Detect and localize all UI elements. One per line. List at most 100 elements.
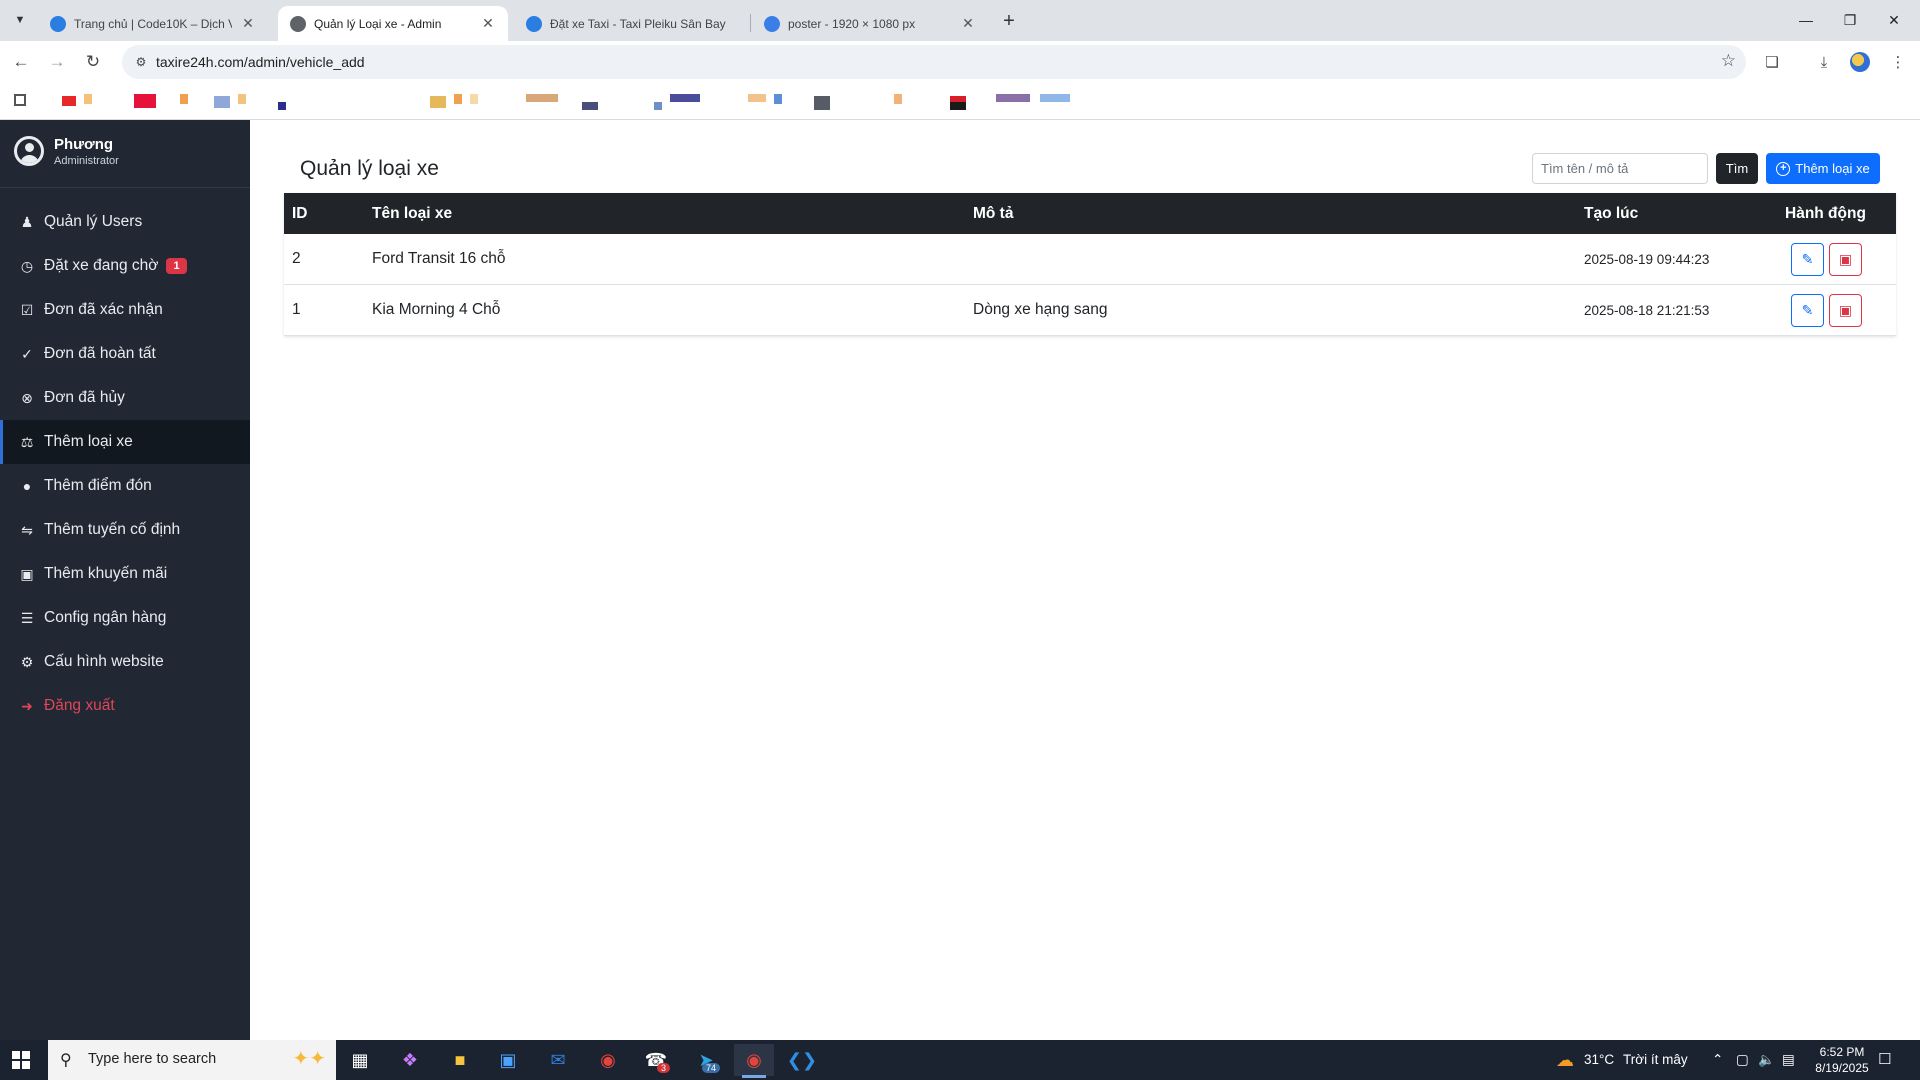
bookmark-favicon-icon[interactable] <box>582 102 598 110</box>
logout-icon: ➜ <box>21 697 33 714</box>
close-icon[interactable]: ✕ <box>480 15 496 32</box>
browser-tab-taxi-pleiku[interactable]: Đặt xe Taxi - Taxi Pleiku Sân Bay <box>514 6 750 41</box>
file-explorer-icon[interactable]: ■ <box>440 1044 480 1076</box>
telegram-icon[interactable]: ➤ 74 <box>686 1044 726 1076</box>
more-menu-icon[interactable]: ⋮ <box>1886 50 1910 74</box>
bookmark-favicon-icon[interactable] <box>214 96 230 108</box>
sidebar-item-pending-bookings[interactable]: ◷ Đặt xe đang chờ 1 <box>0 244 250 288</box>
minimize-icon[interactable]: — <box>1786 6 1826 34</box>
bookmark-favicon-icon[interactable] <box>670 94 700 102</box>
messenger-icon[interactable]: ☎ 3 <box>636 1044 676 1076</box>
outlook-icon[interactable]: ✉ <box>538 1044 578 1076</box>
copilot-app-icon[interactable]: ❖ <box>390 1044 430 1076</box>
restore-icon[interactable]: ❐ <box>1830 6 1870 34</box>
tab-search-chevron-icon[interactable]: ▼ <box>8 8 32 32</box>
gift-icon: ▣ <box>20 565 34 582</box>
bookmark-favicon-icon[interactable] <box>180 94 188 104</box>
sidebar-item-website-settings[interactable]: ⚙ Cấu hình website <box>0 640 250 684</box>
sidebar-item-users[interactable]: ♟ Quản lý Users <box>0 200 250 244</box>
delete-button[interactable]: ▣ <box>1829 243 1862 276</box>
sidebar-item-bank-config[interactable]: ☰ Config ngân hàng <box>0 596 250 640</box>
notification-center-icon[interactable]: ☐ <box>1878 1050 1891 1068</box>
weather-icon[interactable]: ☁ <box>1545 1044 1585 1076</box>
column-header-description: Mô tả <box>973 205 1014 222</box>
edit-button[interactable]: ✎ <box>1791 243 1824 276</box>
store-icon[interactable]: ▣ <box>488 1044 528 1076</box>
sidebar-item-cancelled[interactable]: ⊗ Đơn đã hủy <box>0 376 250 420</box>
sidebar-item-promotions[interactable]: ▣ Thêm khuyến mãi <box>0 552 250 596</box>
profile-avatar-icon[interactable] <box>1850 52 1870 72</box>
bookmark-favicon-icon[interactable] <box>1040 94 1070 102</box>
column-header-actions: Hành động <box>1785 205 1866 222</box>
site-settings-icon[interactable]: ⚙ <box>132 53 150 71</box>
bookmark-favicon-icon[interactable] <box>84 94 92 104</box>
bookmark-favicon-icon[interactable] <box>654 102 662 110</box>
tray-chevron-icon[interactable]: ⌃ <box>1712 1052 1723 1068</box>
bookmark-favicon-icon[interactable] <box>238 94 246 104</box>
add-vehicle-type-button[interactable]: + Thêm loại xe <box>1766 153 1880 184</box>
apps-grid-icon[interactable] <box>14 94 26 106</box>
browser-tab-vehicle-admin[interactable]: Quản lý Loại xe - Admin ✕ <box>278 6 508 41</box>
windows-taskbar: ⚲ Type here to search ✦✦ ▦ ❖ ■ ▣ ✉ ◉ ☎ 3 … <box>0 1040 1920 1080</box>
weather-temp: 31°C <box>1584 1052 1615 1067</box>
url-text[interactable]: taxire24h.com/admin/vehicle_add <box>156 54 365 70</box>
vscode-icon[interactable]: ❮❯ <box>782 1044 822 1076</box>
extensions-puzzle-icon[interactable]: ❏ <box>1760 50 1784 74</box>
back-arrow-icon[interactable]: ← <box>8 49 34 75</box>
bookmark-favicon-icon[interactable] <box>278 102 286 110</box>
tab-label: Quản lý Loại xe - Admin <box>314 16 442 31</box>
sidebar-item-logout[interactable]: ➜ Đăng xuất <box>0 684 250 728</box>
forward-arrow-icon[interactable]: → <box>44 49 70 75</box>
bookmark-favicon-icon[interactable] <box>894 94 902 104</box>
chrome-active-icon[interactable]: ◉ <box>734 1044 774 1078</box>
close-icon[interactable]: ✕ <box>960 15 976 32</box>
bookmark-favicon-icon[interactable] <box>430 96 446 108</box>
search-button[interactable]: Tìm <box>1716 153 1758 184</box>
delete-button[interactable]: ▣ <box>1829 294 1862 327</box>
bookmark-favicon-icon[interactable] <box>950 96 966 110</box>
sidebar-item-confirmed[interactable]: ☑ Đơn đã xác nhận <box>0 288 250 332</box>
sidebar-item-vehicle-types[interactable]: ⚖ Thêm loại xe <box>0 420 250 464</box>
reload-icon[interactable]: ↻ <box>80 49 106 75</box>
sidebar-item-pickup-points[interactable]: ● Thêm điểm đón <box>0 464 250 508</box>
sidebar-item-label: Thêm điểm đón <box>44 477 152 494</box>
edge-favicon-icon <box>50 15 66 32</box>
bookmark-favicon-icon[interactable] <box>62 96 76 106</box>
bookmark-favicon-icon[interactable] <box>526 94 558 102</box>
network-icon[interactable]: ▤ <box>1782 1052 1795 1068</box>
chrome-icon[interactable]: ◉ <box>588 1044 628 1076</box>
canva-favicon-icon <box>764 15 780 32</box>
bookmark-favicon-icon[interactable] <box>748 94 766 102</box>
sidebar-item-label: Config ngân hàng <box>44 609 167 626</box>
taskbar-search-text: Type here to search <box>88 1051 217 1067</box>
task-view-icon[interactable]: ▦ <box>340 1044 380 1076</box>
close-icon[interactable]: ✕ <box>240 15 256 32</box>
system-clock[interactable]: 6:52 PM 8/19/2025 <box>1812 1044 1872 1076</box>
bookmark-star-icon[interactable]: ☆ <box>1721 51 1736 71</box>
address-bar[interactable]: ⚙ taxire24h.com/admin/vehicle_add ☆ <box>122 45 1746 79</box>
meet-now-icon[interactable]: ▢ <box>1736 1052 1749 1068</box>
bookmark-favicon-icon[interactable] <box>470 94 478 104</box>
new-tab-plus-icon[interactable]: + <box>996 8 1022 34</box>
bookmark-favicon-icon[interactable] <box>996 94 1030 102</box>
car-icon: ⚖ <box>20 433 34 450</box>
sidebar-item-label: Thêm khuyến mãi <box>44 565 168 582</box>
sidebar-item-fixed-routes[interactable]: ⇋ Thêm tuyến cố định <box>0 508 250 552</box>
cell-id: 2 <box>292 250 301 267</box>
bookmark-favicon-icon[interactable] <box>454 94 462 104</box>
sidebar-item-label: Cấu hình website <box>44 653 164 670</box>
bookmark-favicon-icon[interactable] <box>134 94 156 108</box>
sidebar-item-completed[interactable]: ✓ Đơn đã hoàn tất <box>0 332 250 376</box>
download-icon[interactable]: ⤓ <box>1812 50 1836 74</box>
windows-start-icon[interactable] <box>12 1051 30 1069</box>
bookmark-favicon-icon[interactable] <box>774 94 782 104</box>
browser-tab-code10k[interactable]: Trang chủ | Code10K – Dịch Vụ ✕ <box>38 6 268 41</box>
bookmark-favicon-icon[interactable] <box>814 96 830 110</box>
browser-tab-poster[interactable]: poster - 1920 × 1080 px ✕ <box>752 6 988 41</box>
volume-icon[interactable]: 🔈 <box>1758 1052 1775 1068</box>
window-close-icon[interactable]: ✕ <box>1874 6 1914 34</box>
search-input[interactable] <box>1532 153 1708 184</box>
sidebar-item-label: Đơn đã xác nhận <box>44 301 163 318</box>
taskbar-search-box[interactable]: ⚲ Type here to search ✦✦ <box>48 1040 336 1080</box>
edit-button[interactable]: ✎ <box>1791 294 1824 327</box>
